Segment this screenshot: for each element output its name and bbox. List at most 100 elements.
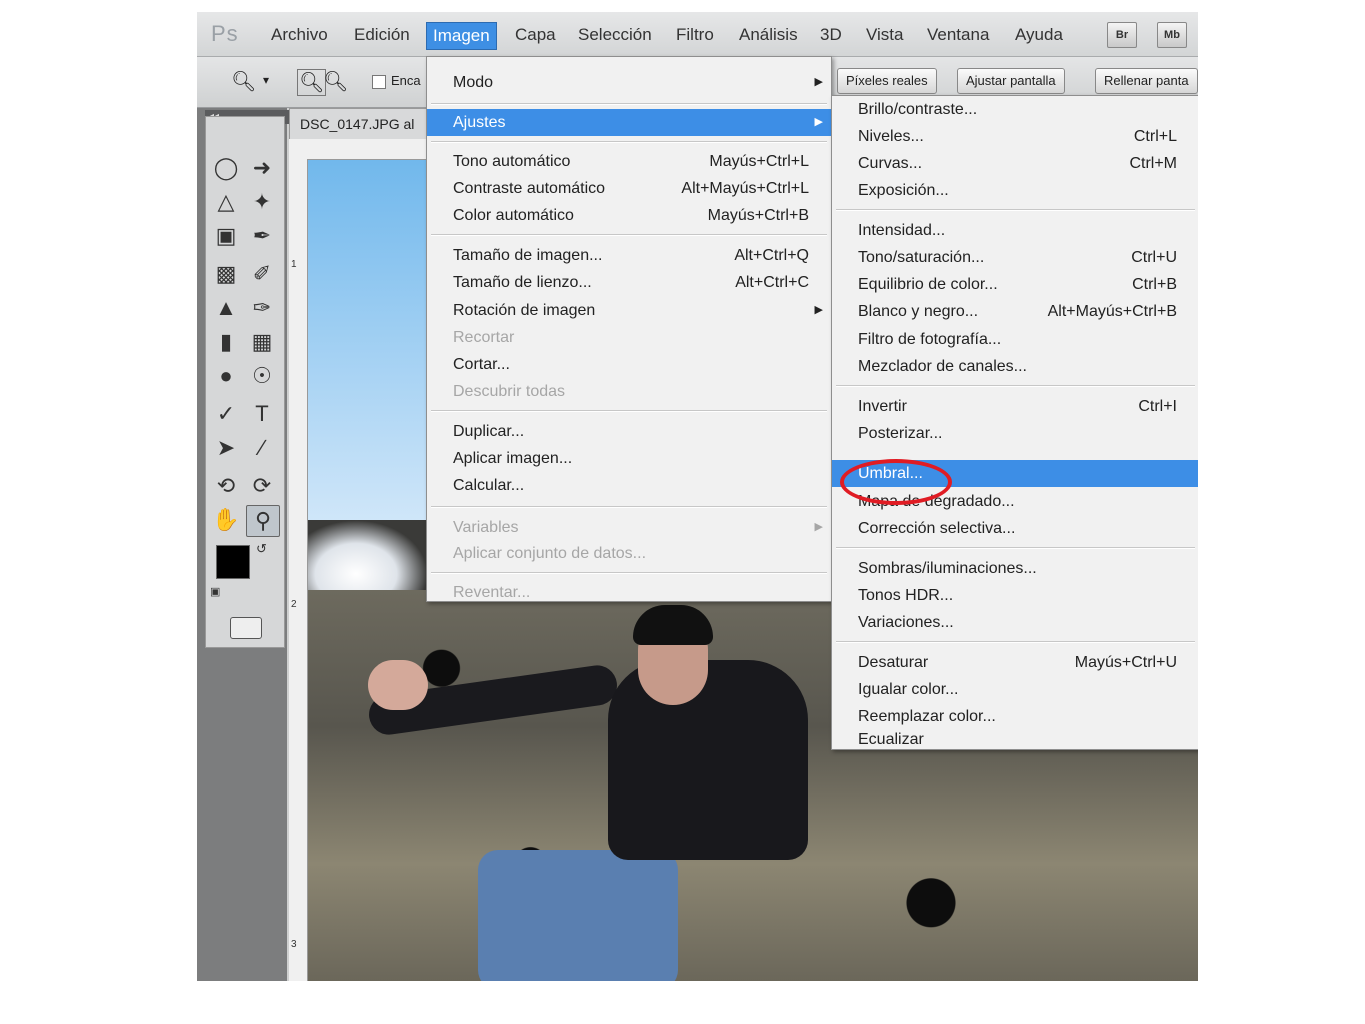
path-selection-icon[interactable]: ➤: [210, 433, 242, 463]
menu-edicion[interactable]: Edición: [354, 25, 410, 45]
menu-separator: [431, 572, 827, 574]
submenu-arrow-icon: ▶: [814, 116, 823, 128]
tool-preset-dropdown-icon[interactable]: ▾: [263, 73, 269, 87]
ruler-mark: 1: [291, 259, 297, 270]
menu-item-ecualizar[interactable]: Ecualizar: [832, 730, 1198, 749]
lasso-ellipse-icon[interactable]: ◯: [210, 153, 242, 183]
ps-logo: Ps: [211, 21, 239, 46]
zoom-out-icon[interactable]: 🔍︎: [323, 69, 348, 94]
menu-imagen[interactable]: Imagen: [426, 22, 497, 50]
menu-bar: Ps Archivo Edición Imagen Capa Selección…: [197, 12, 1198, 57]
pen-tool-icon[interactable]: ✓: [210, 399, 242, 429]
clone-stamp-icon[interactable]: ▲: [210, 293, 242, 323]
menu-item-equilibrio-color[interactable]: Equilibrio de color... Ctrl+B: [832, 271, 1198, 298]
menu-item-recortar: Recortar: [453, 329, 515, 346]
tools-panel: ◂◂ ◯ ➜ △ ✦ ▣ ✒ ▩ ✐ ▲ ✑ ▮ ▦ ● ☉ ✓ T ➤ ∕ ⟲…: [197, 108, 289, 981]
photo-person-jeans: [478, 850, 678, 981]
gradient-tool-icon[interactable]: ▦: [246, 327, 278, 357]
fill-screen-button[interactable]: Rellenar panta: [1095, 68, 1198, 94]
menu-item-aplicar-conjunto: Aplicar conjunto de datos...: [453, 545, 647, 562]
eraser-icon[interactable]: ▮: [210, 327, 242, 357]
crop-tool-icon[interactable]: ▣: [210, 221, 242, 251]
menu-item-blanco-negro[interactable]: Blanco y negro... Alt+Mayús+Ctrl+B: [832, 298, 1198, 325]
menu-item-contraste-automatico[interactable]: Contraste automático Alt+Mayús+Ctrl+L: [427, 175, 831, 202]
dodge-tool-icon[interactable]: ☉: [246, 361, 278, 391]
menu-item-mezclador-canales[interactable]: Mezclador de canales...: [832, 353, 1198, 380]
move-tool-icon[interactable]: ➜: [246, 153, 278, 183]
healing-brush-icon[interactable]: ▩: [210, 259, 242, 289]
type-tool-icon[interactable]: T: [246, 399, 278, 429]
eyedropper-icon[interactable]: ✒: [246, 221, 278, 251]
mini-bridge-button[interactable]: Mb: [1157, 22, 1187, 48]
menu-item-posterizar[interactable]: Posterizar...: [832, 420, 1198, 447]
menu-item-intensidad[interactable]: Intensidad...: [832, 217, 1198, 244]
brush-tool-icon[interactable]: ✐: [246, 259, 278, 289]
3d-orbit-icon[interactable]: ⟳: [246, 471, 278, 501]
menu-3d[interactable]: 3D: [820, 25, 842, 45]
menu-item-cortar[interactable]: Cortar...: [427, 351, 831, 378]
photo-person-body: [608, 660, 808, 860]
menu-item-filtro-fotografia[interactable]: Filtro de fotografía...: [832, 326, 1198, 353]
line-tool-icon[interactable]: ∕: [246, 433, 278, 463]
menu-item-rotacion-imagen[interactable]: Rotación de imagen ▶: [427, 297, 831, 324]
menu-item-modo[interactable]: Modo ▶: [427, 69, 831, 96]
menu-item-invertir[interactable]: Invertir Ctrl+I: [832, 393, 1198, 420]
3d-rotate-icon[interactable]: ⟲: [210, 471, 242, 501]
menu-item-desaturar[interactable]: Desaturar Mayús+Ctrl+U: [832, 649, 1198, 676]
foreground-color-swatch[interactable]: [216, 545, 250, 579]
swap-colors-icon[interactable]: ↺: [256, 541, 267, 557]
zoom-tool-selected-icon[interactable]: ⚲: [246, 505, 280, 537]
menu-vista[interactable]: Vista: [866, 25, 904, 45]
menu-analisis[interactable]: Análisis: [739, 25, 798, 45]
annotation-circle: [840, 459, 952, 505]
menu-item-variaciones[interactable]: Variaciones...: [832, 609, 1198, 636]
menu-item-curvas[interactable]: Curvas... Ctrl+M: [832, 150, 1198, 177]
menu-item-igualar-color[interactable]: Igualar color...: [832, 676, 1198, 703]
zoom-in-icon[interactable]: 🔍︎: [297, 69, 327, 96]
menu-item-aplicar-imagen[interactable]: Aplicar imagen...: [427, 445, 831, 472]
menu-item-sombras-iluminaciones[interactable]: Sombras/iluminaciones...: [832, 555, 1198, 582]
menu-item-tamano-lienzo[interactable]: Tamaño de lienzo... Alt+Ctrl+C: [427, 269, 831, 296]
menu-filtro[interactable]: Filtro: [676, 25, 714, 45]
menu-item-niveles[interactable]: Niveles... Ctrl+L: [832, 123, 1198, 150]
menu-separator: [836, 641, 1195, 643]
fit-screen-button[interactable]: Ajustar pantalla: [957, 68, 1065, 94]
menu-ayuda[interactable]: Ayuda: [1015, 25, 1063, 45]
vertical-ruler: 1 2 3: [289, 159, 308, 981]
menu-item-brillo-contraste[interactable]: Brillo/contraste...: [832, 96, 1198, 123]
menu-separator: [836, 209, 1195, 211]
menu-item-exposicion[interactable]: Exposición...: [832, 177, 1198, 204]
submenu-arrow-icon: ▶: [814, 304, 823, 316]
bridge-button[interactable]: Br: [1107, 22, 1137, 48]
menu-item-calcular[interactable]: Calcular...: [427, 472, 831, 499]
menu-item-duplicar[interactable]: Duplicar...: [427, 418, 831, 445]
default-colors-icon[interactable]: ▣: [210, 585, 220, 598]
ajustes-submenu: Brillo/contraste... Niveles... Ctrl+L Cur…: [831, 95, 1198, 750]
polygonal-lasso-icon[interactable]: △: [210, 187, 242, 217]
menu-archivo[interactable]: Archivo: [271, 25, 328, 45]
menu-item-correccion-selectiva[interactable]: Corrección selectiva...: [832, 515, 1198, 542]
menu-item-tono-saturacion[interactable]: Tono/saturación... Ctrl+U: [832, 244, 1198, 271]
zoom-tool-icon[interactable]: 🔍︎: [231, 69, 256, 94]
menu-item-color-automatico[interactable]: Color automático Mayús+Ctrl+B: [427, 202, 831, 229]
menu-item-variables: Variables ▶: [427, 514, 831, 541]
photo-person-hand: [368, 660, 428, 710]
blur-tool-icon[interactable]: ●: [210, 361, 242, 391]
menu-ventana[interactable]: Ventana: [927, 25, 989, 45]
menu-capa[interactable]: Capa: [515, 25, 556, 45]
menu-item-tamano-imagen[interactable]: Tamaño de imagen... Alt+Ctrl+Q: [427, 242, 831, 269]
document-tab[interactable]: DSC_0147.JPG al: [289, 108, 441, 140]
hand-tool-icon[interactable]: ✋: [210, 505, 242, 535]
menu-item-ajustes[interactable]: Ajustes ▶: [427, 109, 831, 136]
resize-windows-checkbox[interactable]: [372, 75, 386, 89]
menu-item-tonos-hdr[interactable]: Tonos HDR...: [832, 582, 1198, 609]
history-brush-icon[interactable]: ✑: [246, 293, 278, 323]
magic-wand-icon[interactable]: ✦: [246, 187, 278, 217]
menu-separator: [836, 547, 1195, 549]
menu-item-reemplazar-color[interactable]: Reemplazar color...: [832, 703, 1198, 730]
menu-item-descubrir-todas: Descubrir todas: [453, 383, 566, 400]
quick-mask-icon[interactable]: [230, 617, 262, 639]
actual-pixels-button[interactable]: Píxeles reales: [837, 68, 937, 94]
menu-seleccion[interactable]: Selección: [578, 25, 652, 45]
menu-item-tono-automatico[interactable]: Tono automático Mayús+Ctrl+L: [427, 148, 831, 175]
